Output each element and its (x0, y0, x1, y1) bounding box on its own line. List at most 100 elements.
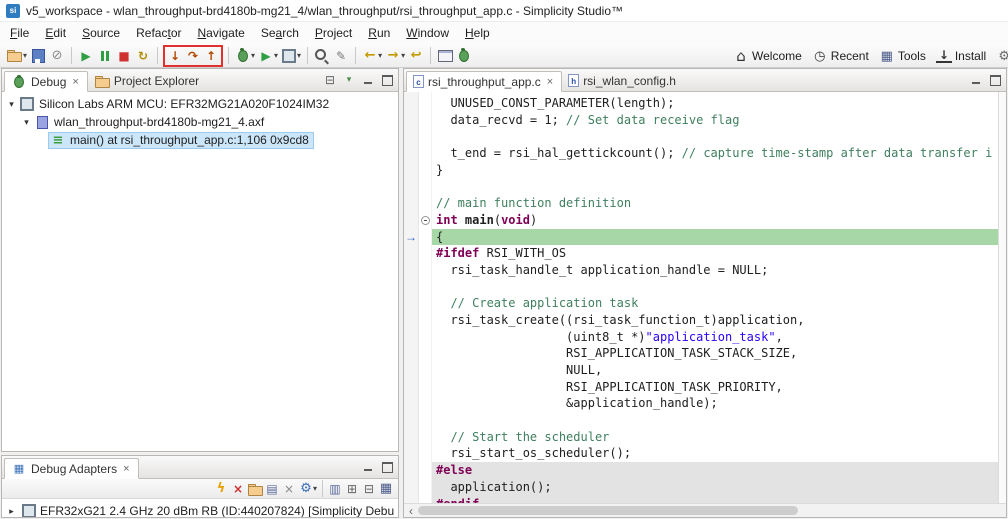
menu-run[interactable]: Run (360, 23, 398, 43)
code-line[interactable]: rsi_task_create((rsi_task_function_t)app… (432, 312, 998, 329)
tree-row[interactable]: ▾Silicon Labs ARM MCU: EFR32MG21A020F102… (2, 95, 398, 113)
tools-button[interactable]: ▦Tools (874, 45, 931, 67)
fold-collapse-icon[interactable] (421, 216, 430, 225)
collapse-all-icon[interactable]: ⊟ (361, 481, 377, 497)
tree-row[interactable]: ▾wlan_throughput-brd4180b-mg21_4.axf (2, 113, 398, 131)
step-over-icon[interactable]: ↷ (184, 47, 202, 65)
device-configuration-icon[interactable]: ▤ (264, 481, 280, 497)
code-line[interactable]: // Start the scheduler (432, 429, 998, 446)
disconnect-icon[interactable]: × (230, 481, 246, 497)
skip-all-breakpoints-icon[interactable]: ⊘ (48, 47, 66, 65)
debug-launch-icon[interactable] (234, 47, 252, 65)
code-line[interactable]: (uint8_t *)"application_task", (432, 329, 998, 346)
code-line[interactable]: rsi_task_handle_t application_handle = N… (432, 262, 998, 279)
view-columns-icon[interactable]: ▥ (327, 481, 343, 497)
maximize-icon[interactable] (379, 459, 395, 475)
save-icon[interactable] (29, 47, 47, 65)
code-line[interactable]: int main(void) (432, 212, 998, 229)
code-line[interactable]: data_recvd = 1; // Set data receive flag (432, 112, 998, 129)
code-line[interactable]: rsi_start_os_scheduler(); (432, 445, 998, 462)
collapse-all-icon[interactable]: ⊟ (322, 72, 338, 88)
step-into-icon[interactable]: ↓ (166, 47, 184, 65)
maximize-icon[interactable] (987, 72, 1003, 88)
search-icon[interactable] (313, 47, 331, 65)
annotation-ruler[interactable]: → (404, 92, 419, 503)
menu-edit[interactable]: Edit (37, 23, 74, 43)
code-line[interactable]: UNUSED_CONST_PARAMETER(length); (432, 95, 998, 112)
menu-source[interactable]: Source (74, 23, 128, 43)
last-edit-location-icon[interactable]: ↩ (407, 47, 425, 65)
code-line[interactable]: #ifdef RSI_WITH_OS (432, 245, 998, 262)
terminate-icon[interactable]: ■ (115, 47, 133, 65)
tree-caret-icon[interactable]: ▾ (5, 99, 18, 110)
scrollbar-thumb[interactable] (418, 506, 798, 515)
resume-icon[interactable]: ▶ (77, 47, 95, 65)
adapter-caret-icon[interactable]: ▸ (5, 506, 18, 517)
code-line[interactable]: { (432, 229, 998, 246)
code-line[interactable]: &application_handle); (432, 395, 998, 412)
flash-programmer-icon[interactable] (280, 47, 298, 65)
maximize-icon[interactable] (379, 72, 395, 88)
code-line[interactable] (432, 178, 998, 195)
menu-refactor[interactable]: Refactor (128, 23, 189, 43)
code-line[interactable]: #endif (432, 496, 998, 504)
menu-window[interactable]: Window (398, 23, 457, 43)
close-tab-icon[interactable]: × (72, 76, 78, 88)
open-perspective-icon[interactable] (436, 47, 454, 65)
adapter-row[interactable]: ▸EFR32xG21 2.4 GHz 20 dBm RB (ID:4402078… (2, 502, 398, 517)
menu-navigate[interactable]: Navigate (189, 23, 252, 43)
overview-ruler[interactable] (998, 92, 1006, 503)
code-line[interactable]: // Create application task (432, 295, 998, 312)
close-tab-icon[interactable]: × (547, 76, 553, 88)
code-line[interactable]: application(); (432, 479, 998, 496)
step-return-icon[interactable]: ↑ (202, 47, 220, 65)
code-line[interactable]: } (432, 162, 998, 179)
launch-console-icon[interactable] (247, 481, 263, 497)
expand-all-icon[interactable]: ⊞ (344, 481, 360, 497)
close-connection-icon[interactable]: × (281, 481, 297, 497)
forward-icon[interactable]: → (384, 47, 402, 65)
code-lines[interactable]: UNUSED_CONST_PARAMETER(length); data_rec… (432, 92, 998, 503)
close-tab-icon[interactable]: × (123, 463, 129, 475)
horizontal-scrollbar[interactable]: ‹ (404, 503, 1006, 517)
menu-file[interactable]: File (2, 23, 37, 43)
group-by-icon[interactable]: ▦ (378, 481, 394, 497)
debug-perspective-icon[interactable] (455, 47, 473, 65)
back-icon[interactable]: ← (361, 47, 379, 65)
minimize-icon[interactable] (360, 72, 376, 88)
run-launch-icon[interactable]: ▶ (257, 47, 275, 65)
code-line[interactable]: RSI_APPLICATION_TASK_STACK_SIZE, (432, 345, 998, 362)
menu-search[interactable]: Search (253, 23, 307, 43)
mark-occurrences-icon[interactable]: ✎ (332, 47, 350, 65)
tree-row[interactable]: ≡main() at rsi_throughput_app.c:1,106 0x… (2, 131, 398, 149)
tree-caret-icon[interactable]: ▾ (20, 117, 33, 128)
code-line[interactable]: NULL, (432, 362, 998, 379)
connect-icon[interactable]: ϟ (213, 481, 229, 497)
welcome-button[interactable]: ⌂Welcome (728, 45, 807, 67)
tab-debug-adapters[interactable]: ▦Debug Adapters× (4, 458, 139, 479)
code-line[interactable] (432, 279, 998, 296)
recent-button[interactable]: ◷Recent (807, 45, 874, 67)
view-menu-icon[interactable]: ▾ (341, 72, 357, 88)
tab-debug[interactable]: Debug× (4, 71, 88, 92)
fold-ruler[interactable] (419, 92, 432, 503)
menu-help[interactable]: Help (457, 23, 498, 43)
code-line[interactable] (432, 412, 998, 429)
code-line[interactable]: // main function definition (432, 195, 998, 212)
preferences-button[interactable]: ⚙Preferences (991, 45, 1008, 67)
suspend-icon[interactable] (96, 47, 114, 65)
code-line[interactable]: RSI_APPLICATION_TASK_PRIORITY, (432, 379, 998, 396)
adapter-settings-icon[interactable]: ⚙ (298, 481, 314, 497)
code-line[interactable]: t_end = rsi_hal_gettickcount(); // captu… (432, 145, 998, 162)
install-button[interactable]: ↓Install (931, 45, 991, 67)
menu-project[interactable]: Project (307, 23, 360, 43)
code-line[interactable]: #else (432, 462, 998, 479)
minimize-icon[interactable] (968, 72, 984, 88)
code-line[interactable] (432, 128, 998, 145)
new-wizard-icon[interactable] (6, 47, 24, 65)
scroll-left-icon[interactable]: ‹ (404, 504, 418, 518)
tab-project-explorer[interactable]: Project Explorer (88, 70, 207, 91)
minimize-icon[interactable] (360, 459, 376, 475)
tab-rsi-wlan-config-h[interactable]: hrsi_wlan_config.h (562, 70, 684, 91)
tab-rsi-throughput-app-c[interactable]: crsi_throughput_app.c× (406, 71, 562, 92)
